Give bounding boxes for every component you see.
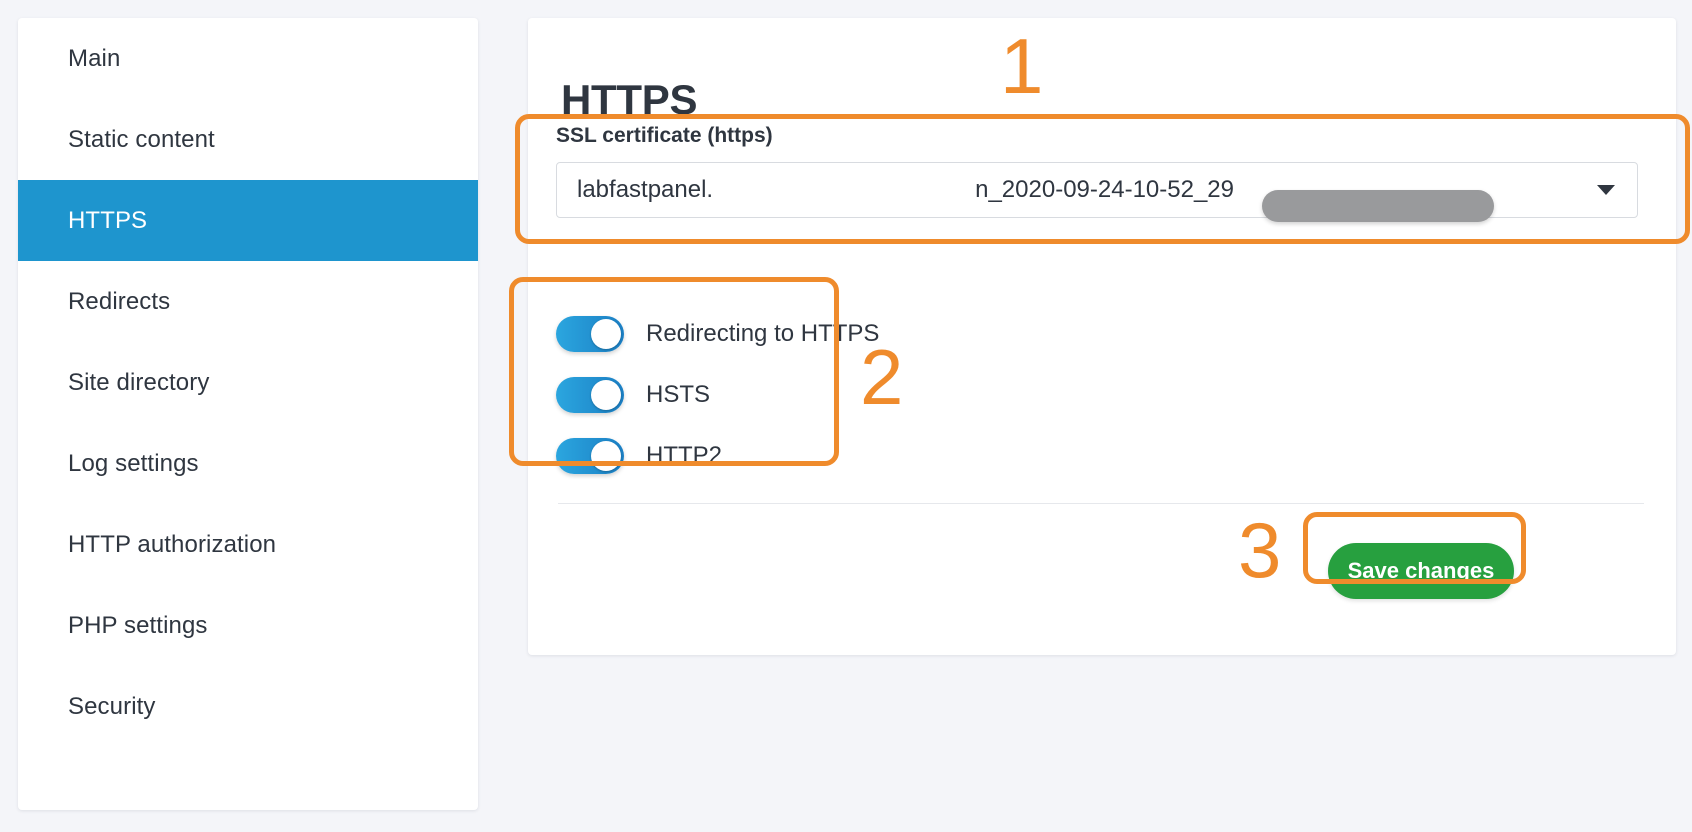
toggle-knob-icon: [591, 441, 621, 471]
toggle-row-http2: HTTP2: [556, 425, 856, 486]
ssl-value-suffix: n_2020-09-24-10-52_29: [975, 176, 1234, 203]
sidebar-item-label: Redirects: [68, 288, 170, 316]
toggle-knob-icon: [591, 380, 621, 410]
sidebar-item-http-authorization[interactable]: HTTP authorization: [18, 504, 478, 585]
sidebar-item-log-settings[interactable]: Log settings: [18, 423, 478, 504]
toggle-row-redirecting-to-https: Redirecting to HTTPS: [556, 303, 856, 364]
main-panel: HTTPS SSL certificate (https) labfastpan…: [528, 18, 1676, 655]
sidebar-item-label: Security: [68, 693, 156, 721]
sidebar-item-redirects[interactable]: Redirects: [18, 261, 478, 342]
toggle-http2[interactable]: [556, 438, 624, 474]
redaction-bar: [1262, 190, 1494, 222]
chevron-down-icon: [1597, 185, 1615, 195]
save-changes-button[interactable]: Save changes: [1328, 543, 1514, 599]
https-options-group: Redirecting to HTTPS HSTS HTTP2: [556, 303, 856, 486]
ssl-value-prefix: labfastpanel.: [577, 176, 713, 203]
toggle-row-hsts: HSTS: [556, 364, 856, 425]
sidebar-item-label: PHP settings: [68, 612, 208, 640]
sidebar-item-php-settings[interactable]: PHP settings: [18, 585, 478, 666]
sidebar-item-label: HTTP authorization: [68, 531, 276, 559]
ssl-certificate-select[interactable]: labfastpanel. n_2020-09-24-10-52_29: [556, 162, 1638, 218]
sidebar-item-label: Main: [68, 45, 120, 73]
sidebar-item-label: Static content: [68, 126, 215, 154]
sidebar-item-main[interactable]: Main: [18, 18, 478, 99]
page-title: HTTPS: [561, 76, 697, 124]
toggle-knob-icon: [591, 319, 621, 349]
sidebar: Main Static content HTTPS Redirects Site…: [18, 18, 478, 810]
sidebar-item-label: Log settings: [68, 450, 199, 478]
toggle-label: HSTS: [646, 381, 710, 409]
ssl-certificate-value: labfastpanel. n_2020-09-24-10-52_29: [557, 176, 1234, 204]
toggle-label: Redirecting to HTTPS: [646, 320, 879, 348]
sidebar-item-static-content[interactable]: Static content: [18, 99, 478, 180]
toggle-hsts[interactable]: [556, 377, 624, 413]
page-root: Main Static content HTTPS Redirects Site…: [0, 0, 1692, 832]
sidebar-item-security[interactable]: Security: [18, 666, 478, 747]
sidebar-item-label: HTTPS: [68, 207, 147, 235]
sidebar-item-site-directory[interactable]: Site directory: [18, 342, 478, 423]
toggle-redirecting-to-https[interactable]: [556, 316, 624, 352]
sidebar-item-https[interactable]: HTTPS: [18, 180, 478, 261]
sidebar-item-label: Site directory: [68, 369, 209, 397]
ssl-certificate-label: SSL certificate (https): [556, 124, 1638, 148]
ssl-certificate-field: SSL certificate (https) labfastpanel. n_2…: [556, 124, 1638, 218]
toggle-label: HTTP2: [646, 442, 722, 470]
sidebar-nav-list: Main Static content HTTPS Redirects Site…: [18, 18, 478, 747]
footer-divider: [558, 503, 1644, 504]
